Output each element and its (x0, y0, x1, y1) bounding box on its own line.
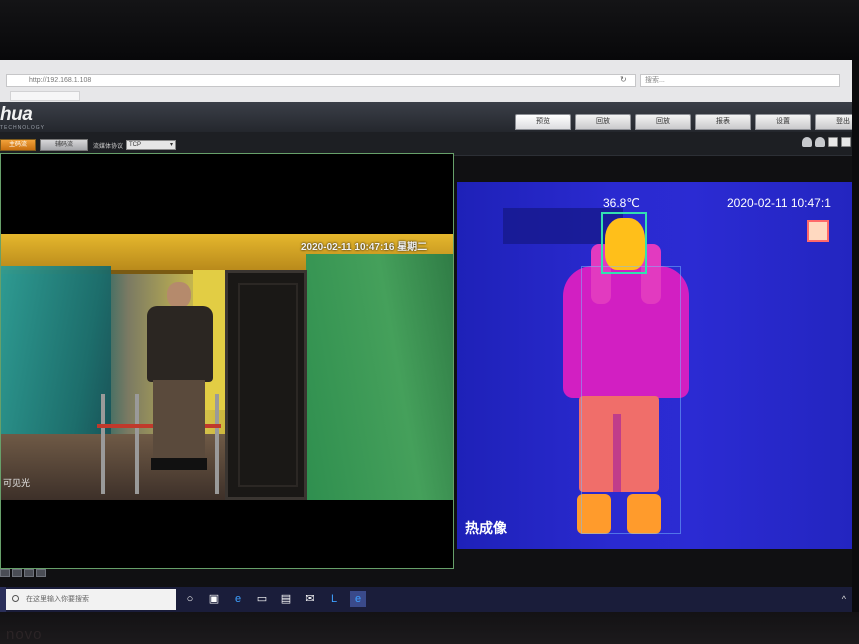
search-icon (12, 595, 19, 602)
monitor-brand: novo (6, 626, 43, 643)
person-body (147, 306, 213, 382)
tab-logout[interactable]: 登出 (815, 114, 852, 130)
tarp-right (306, 254, 453, 500)
thermal-channel-label: 热成像 (465, 520, 507, 536)
tab-playback-2[interactable]: 回放 (635, 114, 691, 130)
sub-stream-button[interactable]: 辅码流 (40, 139, 88, 151)
window-controls (0, 569, 46, 577)
user-group-icon[interactable] (815, 137, 825, 147)
main-stream-button[interactable]: 主码流 (0, 139, 36, 151)
protocol-label: 流媒体协议 (93, 144, 124, 150)
stanchion (101, 394, 105, 494)
brand-logo-sub: TECHNOLOGY (0, 125, 46, 131)
ie-icon[interactable]: e (350, 591, 366, 607)
cortana-icon[interactable]: ○ (182, 591, 198, 607)
tab-preview[interactable]: 预览 (515, 114, 571, 130)
user-icon[interactable] (802, 137, 812, 147)
file-explorer-icon[interactable]: ▭ (254, 591, 270, 607)
main-nav: 预览 回放 回放 报表 设置 登出 (515, 114, 852, 130)
tab-report[interactable]: 报表 (695, 114, 751, 130)
taskbar-apps: ○ ▣ e ▭ ▤ ✉ L e (182, 591, 366, 607)
person-legs (153, 380, 205, 460)
fullscreen-icon[interactable] (828, 137, 838, 147)
layout-4-icon[interactable] (12, 569, 22, 577)
person-shoes (151, 458, 207, 470)
task-view-icon[interactable]: ▣ (206, 591, 222, 607)
store-icon[interactable]: ▤ (278, 591, 294, 607)
browser-search-input[interactable]: 搜索... (640, 74, 840, 87)
monitor-bezel-top (0, 0, 859, 60)
equipment-cabinet (225, 270, 307, 500)
brand-logo: hua (0, 104, 33, 125)
address-bar[interactable]: http://192.168.1.108 (6, 74, 636, 87)
layout-16-icon[interactable] (36, 569, 46, 577)
tab-settings[interactable]: 设置 (755, 114, 811, 130)
refresh-icon[interactable]: ↻ (620, 75, 627, 84)
protocol-select[interactable]: TCP (126, 140, 176, 150)
face-detection-box (601, 212, 647, 274)
thermal-osd-timestamp: 2020-02-11 10:47:1 (727, 196, 831, 210)
app-l-icon[interactable]: L (326, 591, 342, 607)
layout-1-icon[interactable] (0, 569, 10, 577)
thermal-video-pane[interactable]: 36.8℃ 2020-02-11 10:47:1 热成像 (457, 182, 852, 549)
visible-channel-label: 可见光 (3, 478, 31, 488)
tab-playback[interactable]: 回放 (575, 114, 631, 130)
monitor-screen: http://192.168.1.108 ↻ 搜索... hua TECHNOL… (0, 60, 852, 612)
taskbar-search-input[interactable]: 在这里输入你要搜索 (6, 589, 176, 610)
person-visible (143, 282, 217, 474)
visible-video-frame (1, 234, 453, 500)
edge-icon[interactable]: e (230, 591, 246, 607)
visible-osd-timestamp: 2020-02-11 10:47:16 星期二 (301, 242, 428, 253)
app-header: hua TECHNOLOGY 预览 回放 回放 报表 设置 登出 (0, 102, 852, 132)
body-detection-box (581, 266, 681, 534)
mail-icon[interactable]: ✉ (302, 591, 318, 607)
tray-chevron-icon[interactable]: ^ (842, 594, 846, 604)
browser-chrome: http://192.168.1.108 ↻ 搜索... (0, 60, 852, 102)
person-head (167, 282, 191, 308)
window-icon[interactable] (841, 137, 851, 147)
layout-9-icon[interactable] (24, 569, 34, 577)
stanchion (135, 394, 139, 494)
taskbar: 在这里输入你要搜索 ○ ▣ e ▭ ▤ ✉ L e ^ (0, 587, 852, 612)
visible-video-pane[interactable]: 2020-02-11 10:47:16 星期二 可见光 (0, 153, 454, 569)
temperature-readout: 36.8℃ (603, 196, 640, 210)
monitor-bezel-bottom (0, 612, 859, 644)
browser-tab[interactable] (10, 91, 80, 101)
blackbody-marker-icon (807, 220, 829, 242)
user-icons (802, 137, 851, 147)
